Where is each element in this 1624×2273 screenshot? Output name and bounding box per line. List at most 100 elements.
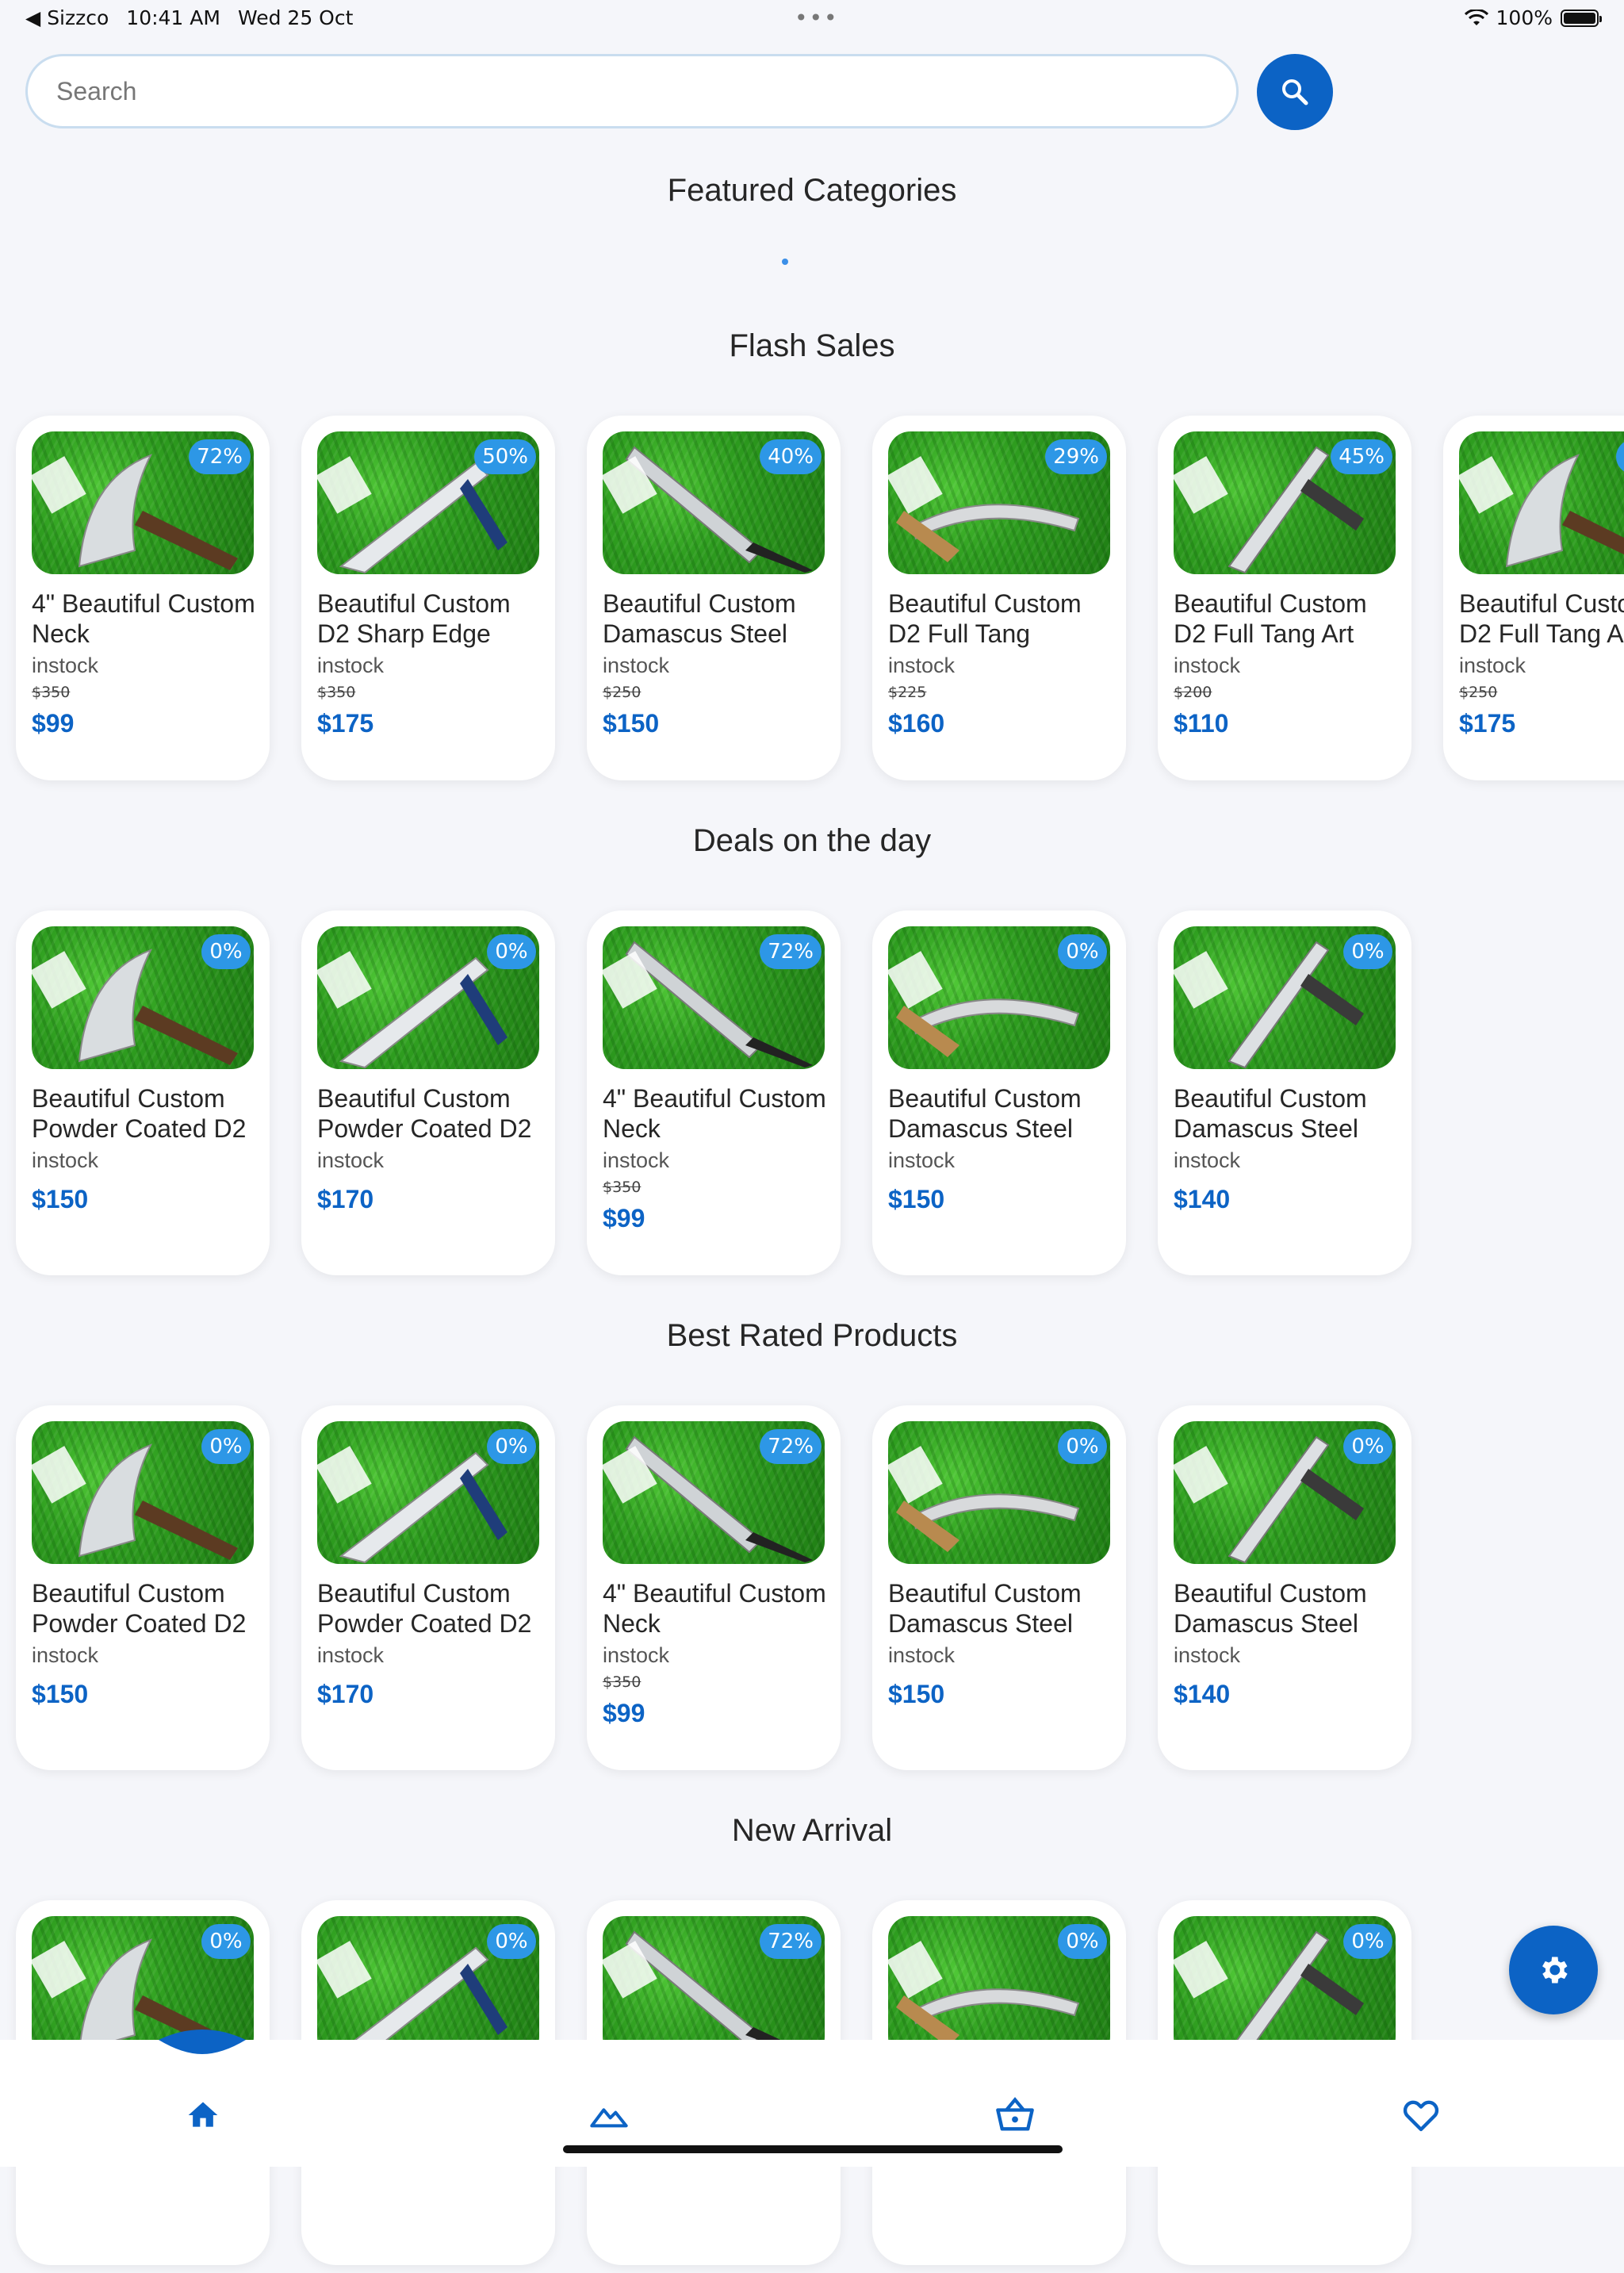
discount-badge: 72% <box>760 1429 822 1464</box>
product-price: $150 <box>888 1185 945 1213</box>
stock-status: instock <box>32 1148 99 1172</box>
discount-badge: 0% <box>201 934 251 969</box>
old-price: $250 <box>603 684 642 701</box>
best-rated-row[interactable]: 0% Beautiful Custom Powder Coated D2 inst… <box>0 1405 1624 1778</box>
old-price: $350 <box>603 1673 642 1691</box>
product-name: Beautiful Custom Damascus Steel <box>888 1579 1082 1638</box>
product-card[interactable]: 72% 4" Beautiful Custom Neck instock $350 … <box>587 910 841 1275</box>
heart-icon <box>1403 2100 1439 2132</box>
stock-status: instock <box>1459 654 1526 677</box>
discount-badge: 0% <box>201 1429 251 1464</box>
battery-icon <box>1561 9 1602 27</box>
product-card[interactable]: 50% Beautiful Custom D2 Sharp Edge instoc… <box>301 416 555 780</box>
old-price: $250 <box>1459 684 1498 701</box>
stock-status: instock <box>317 654 385 677</box>
product-price: $170 <box>317 1680 374 1708</box>
discount-badge: 0% <box>487 934 536 969</box>
discount-badge: 0% <box>1343 1924 1392 1959</box>
product-card[interactable]: 45% Beautiful Custom D2 Full Tang Art ins… <box>1158 416 1411 780</box>
product-name: Beautiful Custom D2 Sharp Edge <box>317 589 511 648</box>
settings-button[interactable] <box>1509 1926 1598 2014</box>
product-card[interactable]: 0% Beautiful Custom Damascus Steel instoc… <box>872 1405 1126 1770</box>
product-price: $170 <box>317 1185 374 1213</box>
status-bar: ◀ Sizzco 10:41 AM Wed 25 Oct ••• 100% <box>0 0 1624 38</box>
status-time: 10:41 AM <box>126 6 220 29</box>
battery-percent: 100% <box>1496 6 1553 29</box>
product-price: $150 <box>888 1680 945 1708</box>
product-name: Beautiful Custom Damascus Steel <box>1174 1579 1367 1638</box>
stock-status: instock <box>888 654 956 677</box>
product-card[interactable]: 30%Beautiful Custom D2 Full Tang A insto… <box>1443 416 1624 780</box>
discount-badge: 0% <box>487 1429 536 1464</box>
loading-indicator <box>782 259 788 265</box>
product-card[interactable]: 29% Beautiful Custom D2 Full Tang instock… <box>872 416 1126 780</box>
discount-badge: 0% <box>1343 934 1392 969</box>
discount-badge: 72% <box>760 934 822 969</box>
active-tab-indicator <box>159 2030 246 2054</box>
stock-status: instock <box>1174 1643 1241 1667</box>
product-card[interactable]: 0% Beautiful Custom Powder Coated D2 inst… <box>301 1405 555 1770</box>
old-price: $350 <box>32 684 71 701</box>
discount-badge: 0% <box>1343 1429 1392 1464</box>
product-price: $140 <box>1174 1680 1231 1708</box>
product-card[interactable]: 40% Beautiful Custom Damascus Steel insto… <box>587 416 841 780</box>
featured-categories-title: Featured Categories <box>667 173 957 208</box>
nav-home[interactable] <box>171 2087 235 2143</box>
product-name: Beautiful Custom Powder Coated D2 <box>32 1579 247 1638</box>
product-price: $110 <box>1174 709 1229 738</box>
nav-favorites[interactable] <box>1389 2087 1453 2143</box>
stock-status: instock <box>1174 1148 1241 1172</box>
stock-status: instock <box>888 1148 956 1172</box>
product-card[interactable]: 72% 4" Beautiful Custom Neck instock $350 … <box>587 1405 841 1770</box>
home-indicator[interactable] <box>563 2145 1063 2153</box>
new-arrival-title: New Arrival <box>731 1813 893 1848</box>
old-price: $350 <box>603 1179 642 1196</box>
discount-badge: 0% <box>201 1924 251 1959</box>
product-name: Beautiful Custom Powder Coated D2 <box>32 1084 247 1143</box>
back-to-app[interactable]: ◀ Sizzco <box>25 6 109 29</box>
product-name: Beautiful Custom D2 Full Tang A <box>1459 589 1624 648</box>
status-date: Wed 25 Oct <box>237 6 354 29</box>
product-card[interactable]: 0% Beautiful Custom Powder Coated D2 inst… <box>16 910 270 1275</box>
discount-badge: 0% <box>1058 1429 1107 1464</box>
product-name: Beautiful Custom Damascus Steel <box>1174 1084 1367 1143</box>
old-price: $225 <box>888 684 927 701</box>
back-app-label: Sizzco <box>47 6 109 29</box>
product-card[interactable]: 72% 4" Beautiful Custom Neck instock $350 … <box>16 416 270 780</box>
multitask-dots-icon[interactable]: ••• <box>795 5 839 31</box>
old-price: $200 <box>1174 684 1212 701</box>
stock-status: instock <box>1174 654 1241 677</box>
product-price: $160 <box>888 709 945 738</box>
stock-status: instock <box>603 1148 670 1172</box>
product-name: Beautiful Custom D2 Full Tang Art <box>1174 589 1367 648</box>
stock-status: instock <box>603 1643 670 1667</box>
product-price: $175 <box>1459 709 1516 738</box>
flash-sales-row[interactable]: 72% 4" Beautiful Custom Neck instock $350 … <box>0 416 1624 788</box>
deals-row[interactable]: 0% Beautiful Custom Powder Coated D2 inst… <box>0 910 1624 1283</box>
stock-status: instock <box>603 654 670 677</box>
stock-status: instock <box>32 1643 99 1667</box>
product-name: Beautiful Custom Powder Coated D2 <box>317 1579 532 1638</box>
discount-badge: 45% <box>1331 439 1392 474</box>
nav-gallery[interactable] <box>577 2087 641 2143</box>
product-card[interactable]: 0% Beautiful Custom Damascus Steel instoc… <box>872 910 1126 1275</box>
search-button[interactable] <box>1257 54 1333 130</box>
discount-badge: 50% <box>474 439 536 474</box>
product-card[interactable]: 0% Beautiful Custom Damascus Steel instoc… <box>1158 910 1411 1275</box>
stock-status: instock <box>317 1148 385 1172</box>
product-price: $150 <box>32 1680 89 1708</box>
mountains-icon <box>590 2108 628 2128</box>
search-input[interactable]: Search <box>25 54 1239 128</box>
nav-basket[interactable] <box>983 2087 1047 2143</box>
stock-status: instock <box>32 654 99 677</box>
flash-sales-title: Flash Sales <box>729 328 895 363</box>
stock-status: instock <box>317 1643 385 1667</box>
product-price: $99 <box>603 1204 645 1232</box>
product-card[interactable]: 0% Beautiful Custom Powder Coated D2 inst… <box>16 1405 270 1770</box>
search-icon <box>1282 79 1308 105</box>
product-name: Beautiful Custom Powder Coated D2 <box>317 1084 532 1143</box>
product-price: $150 <box>32 1185 89 1213</box>
product-card[interactable]: 0% Beautiful Custom Damascus Steel instoc… <box>1158 1405 1411 1770</box>
product-card[interactable]: 0% Beautiful Custom Powder Coated D2 inst… <box>301 910 555 1275</box>
product-name: 4" Beautiful Custom Neck <box>32 589 255 648</box>
